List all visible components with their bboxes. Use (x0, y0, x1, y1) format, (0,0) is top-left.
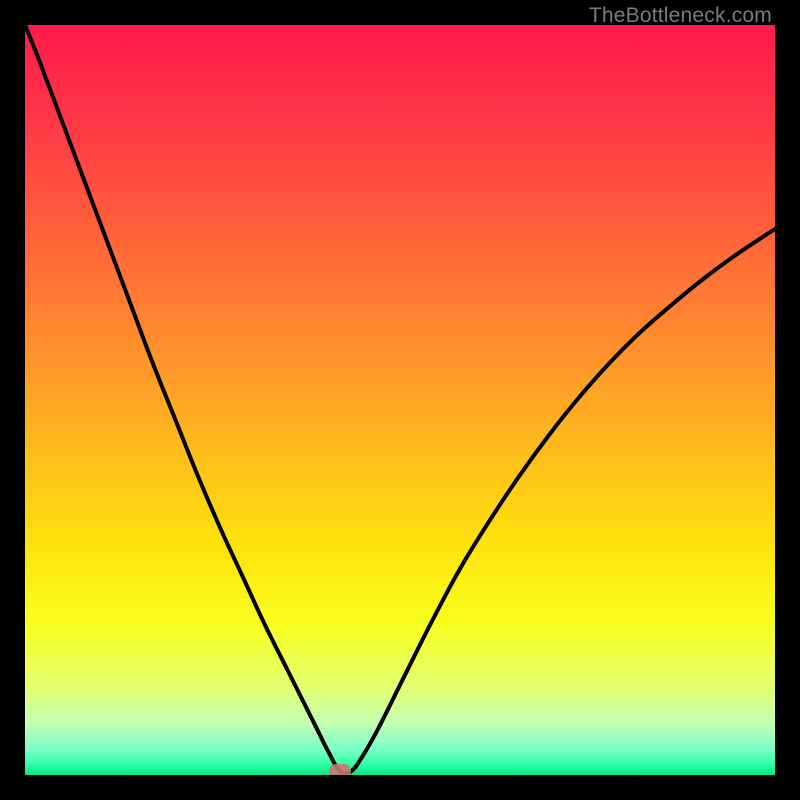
minimum-marker (329, 764, 351, 775)
bottleneck-curve (25, 25, 775, 775)
chart-frame: TheBottleneck.com (0, 0, 800, 800)
plot-area (25, 25, 775, 775)
